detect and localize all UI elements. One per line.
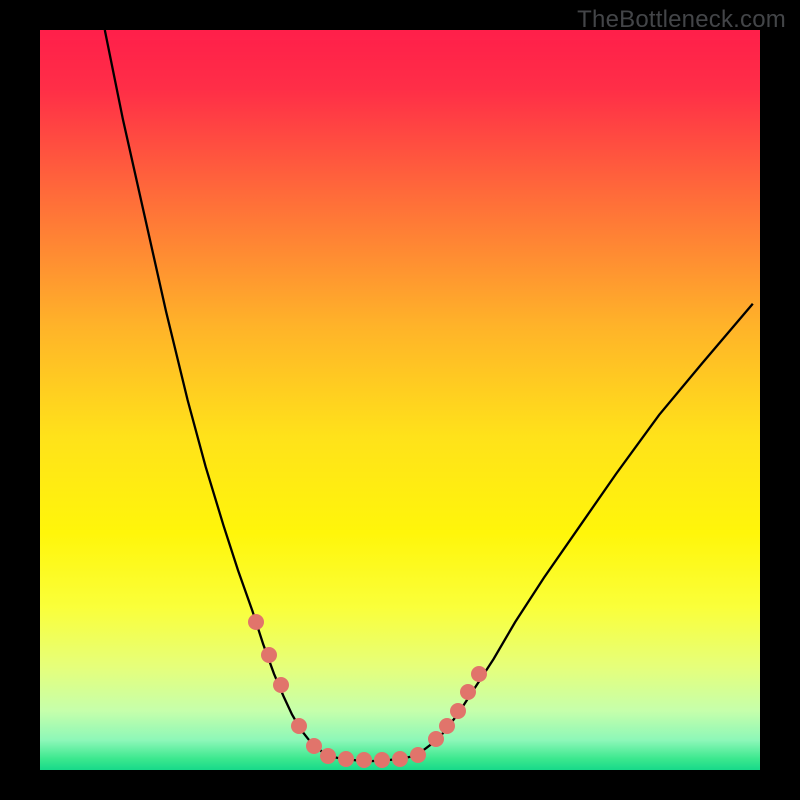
marker-dot bbox=[306, 738, 322, 754]
marker-dot bbox=[428, 731, 444, 747]
marker-dot bbox=[320, 748, 336, 764]
marker-dot bbox=[450, 703, 466, 719]
marker-dot bbox=[291, 718, 307, 734]
marker-dot bbox=[273, 677, 289, 693]
bottleneck-curve bbox=[40, 30, 760, 770]
plot-area bbox=[40, 30, 760, 770]
marker-dot bbox=[392, 751, 408, 767]
marker-dot bbox=[439, 718, 455, 734]
marker-dot bbox=[338, 751, 354, 767]
marker-dot bbox=[248, 614, 264, 630]
watermark-text: TheBottleneck.com bbox=[577, 6, 786, 34]
marker-dot bbox=[471, 666, 487, 682]
